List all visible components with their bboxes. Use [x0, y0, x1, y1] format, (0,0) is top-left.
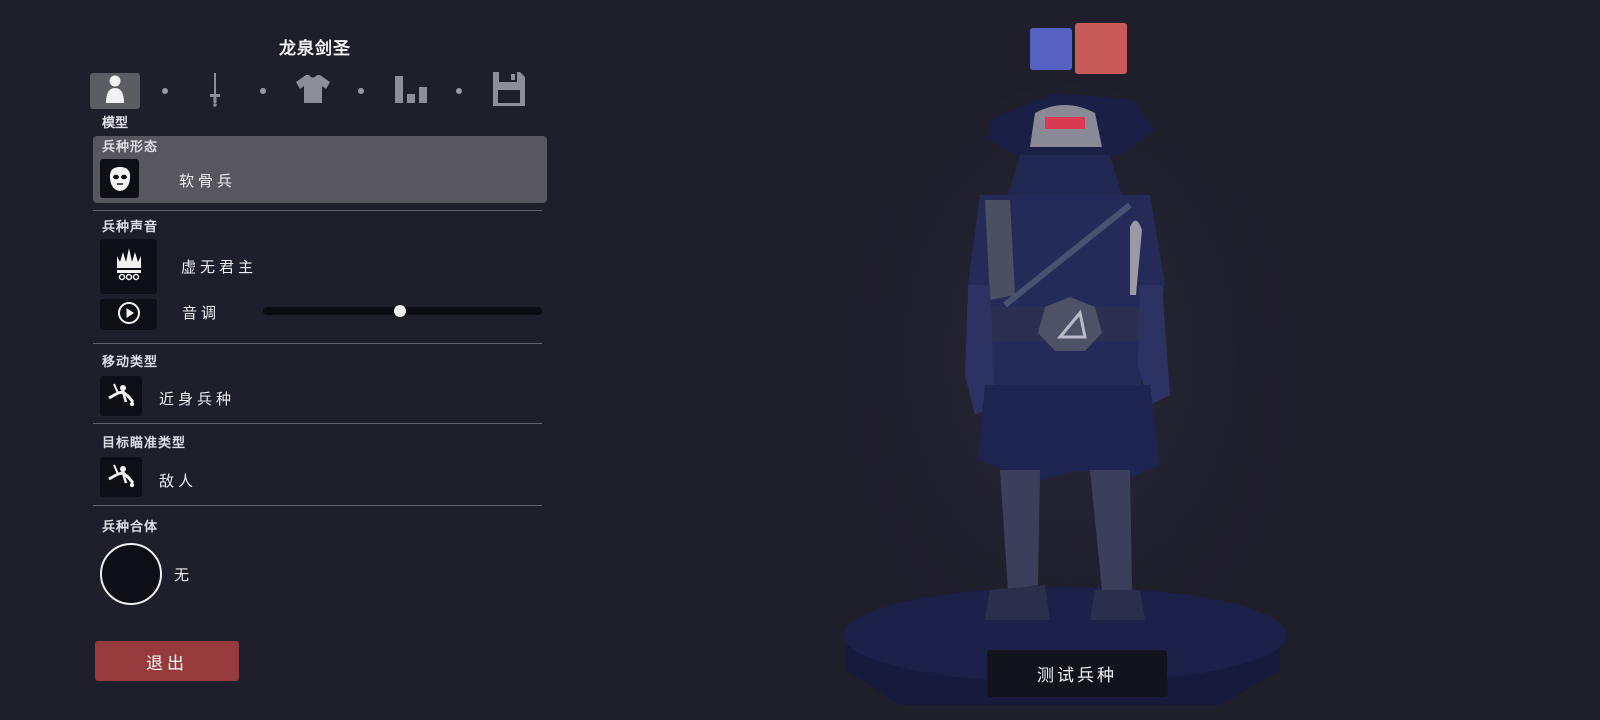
target-icon: [106, 461, 136, 493]
targeting-type-label: 目标瞄准类型: [102, 436, 187, 451]
movement-type-value: 近身兵种: [159, 390, 236, 408]
tab-save[interactable]: [484, 71, 534, 111]
unit-title: 龙泉剑圣: [279, 39, 351, 59]
tab-separator-dot: [260, 88, 266, 94]
section-divider: [93, 210, 542, 211]
unit-form-value: 软骨兵: [179, 172, 237, 190]
movement-type-button[interactable]: [100, 376, 142, 416]
melee-icon: [106, 380, 136, 412]
unit-preview-model: [843, 85, 1290, 705]
team-blue-swatch[interactable]: [1030, 28, 1072, 70]
movement-type-label: 移动类型: [102, 355, 159, 370]
mask-icon[interactable]: [100, 159, 139, 198]
active-tab-label: 模型: [102, 116, 129, 131]
unit-combine-value: 无: [174, 566, 194, 584]
tab-weapons[interactable]: [190, 73, 240, 109]
unit-form-row[interactable]: [93, 136, 547, 203]
targeting-type-button[interactable]: [100, 457, 142, 497]
pitch-slider-handle[interactable]: [393, 305, 406, 317]
voice-select-button[interactable]: [100, 239, 157, 294]
unit-voice-value: 虚无君主: [181, 258, 258, 276]
tab-model[interactable]: [90, 73, 140, 109]
stats-icon: [394, 74, 428, 108]
crown-icon: [114, 247, 144, 286]
unit-combine-slot[interactable]: [100, 543, 162, 605]
team-red-swatch[interactable]: [1075, 23, 1127, 74]
section-divider: [93, 505, 542, 506]
tab-clothing[interactable]: [288, 73, 338, 109]
shirt-icon: [295, 74, 331, 108]
play-icon: [117, 301, 141, 329]
unit-combine-label: 兵种合体: [102, 520, 159, 535]
editor-tabs: [90, 71, 540, 111]
section-divider: [93, 343, 542, 344]
tab-separator-dot: [456, 88, 462, 94]
tab-separator-dot: [358, 88, 364, 94]
sword-icon: [208, 71, 222, 111]
section-divider: [93, 423, 542, 424]
play-voice-button[interactable]: [100, 299, 157, 330]
tab-separator-dot: [162, 88, 168, 94]
exit-button[interactable]: 退出: [95, 641, 239, 681]
unit-form-label: 兵种形态: [102, 140, 159, 155]
targeting-type-value: 敌人: [159, 472, 198, 490]
save-icon: [492, 71, 526, 111]
tab-stats[interactable]: [386, 73, 436, 109]
person-icon: [104, 74, 126, 108]
test-unit-button[interactable]: 测试兵种: [987, 650, 1167, 697]
pitch-label: 音调: [182, 304, 221, 322]
unit-voice-label: 兵种声音: [102, 220, 159, 235]
